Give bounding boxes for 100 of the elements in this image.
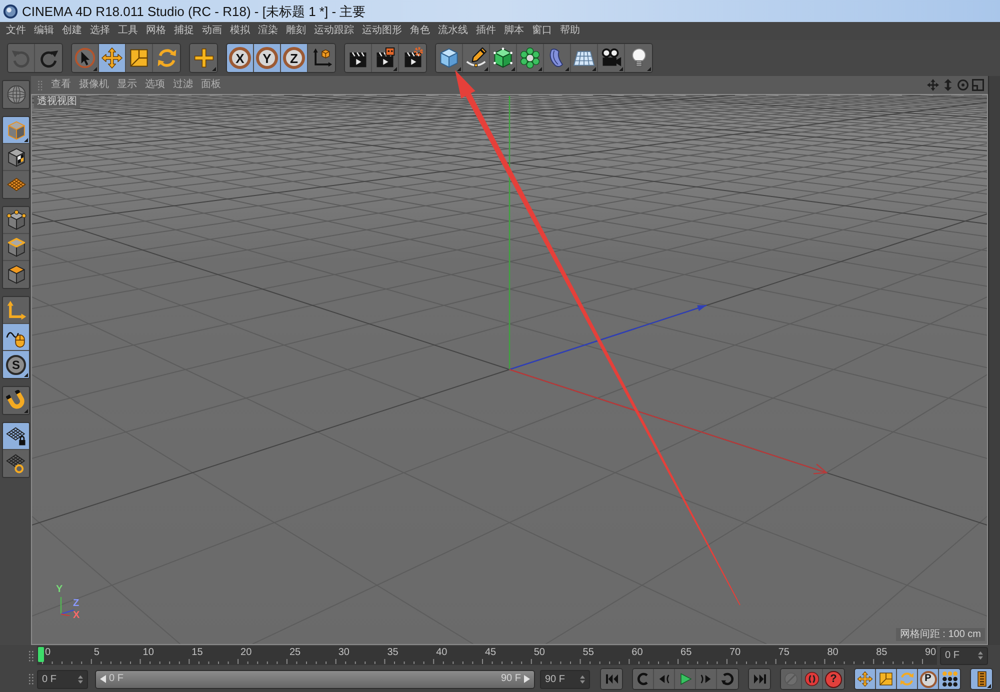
frame-number: 0 bbox=[45, 648, 51, 658]
menu-item[interactable]: 捕捉 bbox=[174, 26, 194, 36]
frame-field[interactable]: 0 F bbox=[940, 646, 988, 664]
key-point-level-button[interactable] bbox=[939, 669, 960, 689]
current-frame-field[interactable]: 0 F bbox=[37, 670, 88, 688]
menu-item[interactable]: 工具 bbox=[118, 26, 138, 36]
menu-item[interactable]: 运动图形 bbox=[362, 26, 402, 36]
spinner-arrows-icon[interactable] bbox=[978, 651, 983, 660]
key-rotation-button[interactable] bbox=[897, 669, 918, 689]
menu-item[interactable]: 编辑 bbox=[34, 26, 54, 36]
frame-number: 5 bbox=[94, 648, 100, 658]
menu-item[interactable]: 创建 bbox=[62, 26, 82, 36]
corner-triangle-icon bbox=[212, 67, 216, 71]
frame-number: 70 bbox=[729, 648, 741, 658]
viewport-menu-item[interactable]: 显示 bbox=[117, 80, 137, 90]
menu-item[interactable]: 流水线 bbox=[438, 26, 468, 36]
menu-item[interactable]: 角色 bbox=[410, 26, 430, 36]
move-tool-button[interactable] bbox=[99, 44, 126, 72]
rotate-arrows-icon bbox=[156, 47, 178, 69]
grip-icon[interactable] bbox=[28, 650, 34, 662]
viewport-menu-item[interactable]: 查看 bbox=[51, 80, 71, 90]
frame-number: 65 bbox=[680, 648, 692, 658]
menu-item[interactable]: 渲染 bbox=[258, 26, 278, 36]
menu-item[interactable]: 模拟 bbox=[230, 26, 250, 36]
grid-spacing-label: 网格间距 : 100 cm bbox=[896, 628, 985, 641]
render-view-button[interactable] bbox=[345, 44, 372, 72]
flower-icon bbox=[519, 47, 541, 69]
viewport-label: 透视视图 bbox=[34, 96, 80, 108]
key-parameter-button[interactable]: P bbox=[918, 669, 939, 689]
dot-grid-icon bbox=[942, 671, 958, 687]
model-mode-button[interactable] bbox=[3, 117, 29, 144]
question-key-button[interactable]: ? bbox=[823, 669, 844, 689]
axis-mode-button[interactable] bbox=[3, 297, 29, 324]
axis-lock-button[interactable]: Z bbox=[281, 44, 308, 72]
menu-item[interactable]: 脚本 bbox=[504, 26, 524, 36]
previous-key-button[interactable] bbox=[633, 669, 654, 689]
cursor-ring-icon bbox=[74, 47, 96, 69]
frame-number: 30 bbox=[338, 648, 350, 658]
frame-number: 20 bbox=[240, 648, 252, 658]
range-slider[interactable]: 0 F 90 F bbox=[95, 670, 535, 688]
pan-view-icon[interactable] bbox=[927, 79, 939, 91]
grip-icon[interactable] bbox=[28, 672, 34, 686]
axis-lock-button[interactable]: X bbox=[227, 44, 254, 72]
viewport-menu-item[interactable]: 摄像机 bbox=[79, 80, 109, 90]
zoom-view-icon[interactable] bbox=[942, 79, 954, 91]
grid-lock-icon bbox=[6, 426, 26, 446]
viewport-menu-item[interactable]: 过滤 bbox=[173, 80, 193, 90]
menu-item[interactable]: 文件 bbox=[6, 26, 26, 36]
viewport-canvas[interactable]: 透视视图 Y Z X 网格间距 : 100 cm bbox=[31, 94, 988, 645]
locked-workplane-button[interactable] bbox=[3, 423, 29, 450]
cube-object-button[interactable] bbox=[436, 44, 463, 72]
viewport-menu-item[interactable]: 面板 bbox=[201, 80, 221, 90]
cube-face-icon bbox=[6, 264, 26, 285]
axis-lock-button[interactable]: Y bbox=[254, 44, 281, 72]
menu-item[interactable]: 帮助 bbox=[560, 26, 580, 36]
menu-item[interactable]: 选择 bbox=[90, 26, 110, 36]
frame-number: 10 bbox=[142, 648, 154, 658]
magnet-icon bbox=[6, 390, 26, 411]
cage-cube-icon bbox=[492, 47, 514, 69]
points-mode-button[interactable] bbox=[3, 207, 29, 234]
cube-icon bbox=[6, 120, 26, 140]
floor-button[interactable] bbox=[571, 44, 598, 72]
rotate-arrows-icon bbox=[899, 671, 915, 687]
solo-button[interactable]: S bbox=[3, 351, 29, 378]
end-frame-field[interactable]: 90 F bbox=[540, 670, 590, 688]
scale-square-icon bbox=[128, 47, 150, 69]
key-scale-button[interactable] bbox=[876, 669, 897, 689]
tweak-mode-button[interactable] bbox=[3, 324, 29, 351]
cloner-button[interactable] bbox=[517, 44, 544, 72]
spinner-arrows-icon[interactable] bbox=[580, 674, 585, 684]
live-select-button[interactable] bbox=[72, 44, 99, 72]
app-logo-icon bbox=[3, 4, 18, 18]
menu-item[interactable]: 插件 bbox=[476, 26, 496, 36]
grip-icon[interactable] bbox=[37, 80, 43, 90]
menu-item[interactable]: 窗口 bbox=[532, 26, 552, 36]
right-triangle-icon[interactable] bbox=[524, 675, 530, 683]
menu-item[interactable]: 雕刻 bbox=[286, 26, 306, 36]
move-arrows-icon bbox=[857, 671, 873, 687]
menu-item[interactable]: 动画 bbox=[202, 26, 222, 36]
pen-tool-button[interactable] bbox=[463, 44, 490, 72]
timeline-ruler[interactable]: 0 5 10 15 20 25 30 35 40 45 50 55 60 65 70 75 80 85 90 bbox=[37, 646, 937, 665]
key-position-button[interactable] bbox=[855, 669, 876, 689]
cube-points-icon bbox=[6, 210, 26, 230]
autokey-button[interactable] bbox=[802, 669, 823, 689]
frame-number: 60 bbox=[632, 648, 643, 658]
arc-icon bbox=[720, 671, 736, 687]
slashed-circle-icon bbox=[783, 671, 799, 687]
switch-view-icon[interactable] bbox=[972, 79, 984, 91]
cube-edges-icon bbox=[6, 236, 26, 258]
menu-item[interactable]: 运动跟踪 bbox=[314, 26, 354, 36]
pen-nib-icon bbox=[465, 47, 487, 69]
frame-number: 55 bbox=[582, 648, 594, 658]
corner-triangle-icon bbox=[647, 67, 651, 71]
left-triangle-icon[interactable] bbox=[100, 675, 106, 683]
menu-item[interactable]: 网格 bbox=[146, 26, 166, 36]
rotate-view-icon[interactable] bbox=[957, 79, 969, 91]
spinner-arrows-icon[interactable] bbox=[78, 674, 83, 684]
playhead-marker[interactable] bbox=[38, 647, 44, 662]
viewport-menu-item[interactable]: 选项 bbox=[145, 80, 165, 90]
axis-letter: X bbox=[73, 611, 80, 621]
